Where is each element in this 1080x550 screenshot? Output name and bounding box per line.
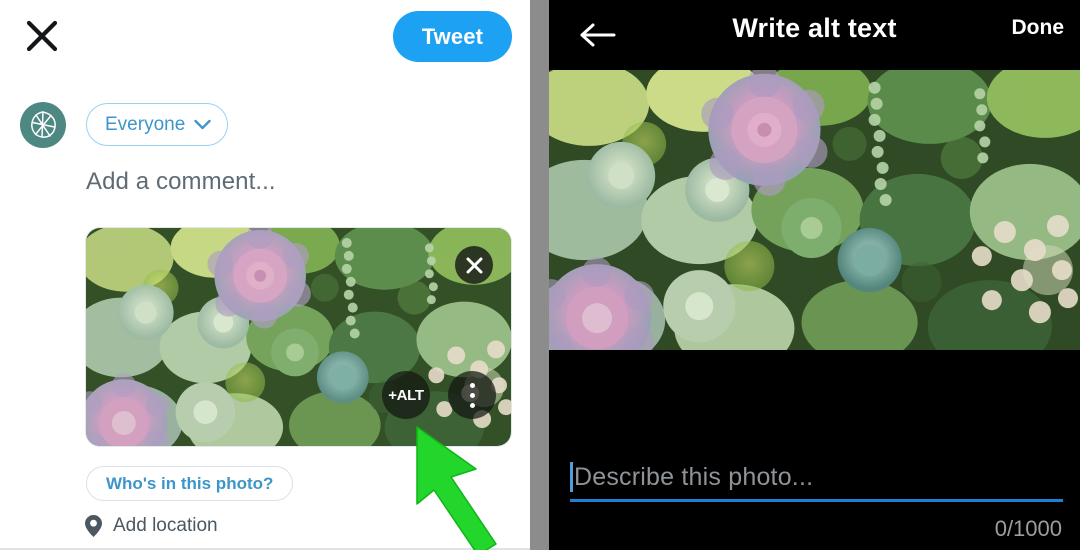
text-cursor (570, 462, 573, 492)
leaf-logo-icon (31, 111, 56, 138)
avatar[interactable] (20, 102, 66, 148)
succulent-photo-large (549, 70, 1080, 350)
compose-header: Tweet (0, 0, 530, 75)
done-button[interactable]: Done (1012, 16, 1065, 40)
remove-photo-button[interactable] (455, 246, 493, 284)
alt-text-input-wrapper[interactable]: Describe this photo... (570, 460, 1063, 502)
tweet-button[interactable]: Tweet (392, 11, 512, 62)
input-underline (570, 499, 1063, 502)
succulent-photo (86, 228, 511, 446)
character-counter: 0/1000 (994, 516, 1062, 541)
more-vertical-icon-dot (469, 392, 475, 398)
alt-text-header: Write alt text Done (549, 0, 1080, 70)
audience-selector[interactable]: Everyone (86, 103, 229, 146)
photo-more-options-button[interactable] (448, 371, 496, 419)
chevron-down-icon (194, 119, 211, 130)
panel-divider (530, 0, 549, 550)
add-location-button[interactable]: Add location (84, 514, 218, 538)
alt-text-photo-preview (549, 70, 1080, 350)
alt-text-input[interactable]: Describe this photo... (570, 460, 1063, 494)
more-vertical-icon-dot (469, 382, 475, 388)
close-x-icon[interactable] (24, 18, 60, 54)
more-vertical-icon-dot (469, 402, 475, 408)
comment-input[interactable]: Add a comment... (86, 168, 276, 196)
alt-text-panel: Write alt text Done Describe this photo.… (549, 0, 1080, 550)
screenshot-root: Tweet Everyone Add a comment... +ALT Who… (0, 0, 1080, 550)
page-title: Write alt text (732, 13, 897, 43)
teal-rosette (316, 351, 369, 404)
compose-tweet-panel: Tweet Everyone Add a comment... +ALT Who… (0, 0, 530, 550)
whos-in-this-photo-button[interactable]: Who's in this photo? (86, 466, 294, 501)
add-alt-text-button[interactable]: +ALT (382, 371, 430, 419)
close-icon (466, 257, 482, 273)
location-pin-icon (85, 515, 102, 537)
attached-photo-card[interactable]: +ALT (85, 227, 512, 447)
add-location-label: Add location (113, 515, 218, 536)
audience-label: Everyone (105, 113, 186, 135)
